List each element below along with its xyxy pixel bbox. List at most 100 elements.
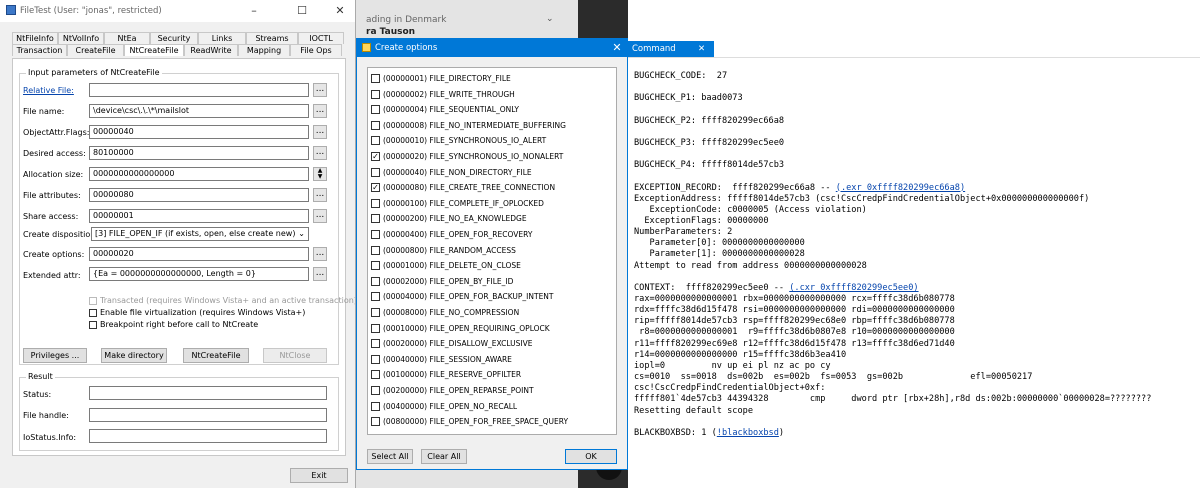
create-option-item[interactable]: (00100000) FILE_RESERVE_OPFILTER	[371, 370, 521, 380]
minimize-button[interactable]: –	[240, 0, 268, 22]
checkbox-unchecked[interactable]	[371, 417, 380, 427]
blackboxbsd-link[interactable]: !blackboxbsd	[717, 428, 779, 438]
create-options-titlebar[interactable]: Create options ✕	[357, 39, 627, 57]
tab-ntvolinfo[interactable]: NtVolInfo	[58, 32, 104, 44]
tab-readwrite[interactable]: ReadWrite	[184, 44, 238, 56]
create-option-item[interactable]: (00000002) FILE_WRITE_THROUGH	[371, 89, 515, 99]
close-icon[interactable]: ✕	[609, 40, 625, 56]
tab-security[interactable]: Security	[150, 32, 198, 44]
ntcreatefile-button[interactable]: NtCreateFile	[183, 348, 249, 363]
desired-access-input[interactable]: 80100000	[89, 146, 309, 160]
tab-command[interactable]: Command ✕	[628, 41, 714, 57]
privileges-button[interactable]: Privileges ...	[23, 348, 87, 363]
checkbox-unchecked[interactable]	[371, 308, 380, 317]
checkbox-unchecked[interactable]	[371, 230, 380, 239]
tab-mapping[interactable]: Mapping	[238, 44, 290, 56]
checkbox-unchecked[interactable]	[371, 292, 380, 302]
checkbox-unchecked[interactable]	[371, 323, 380, 333]
ok-button[interactable]: OK	[565, 449, 617, 464]
create-options-list[interactable]: (00000001) FILE_DIRECTORY_FILE (00000002)…	[367, 67, 617, 435]
select-all-button[interactable]: Select All	[367, 449, 413, 464]
cxr-link[interactable]: (.cxr 0xffff820299ec5ee0)	[789, 283, 918, 293]
tab-streams[interactable]: Streams	[246, 32, 298, 44]
tab-ntfileinfo[interactable]: NtFileInfo	[12, 32, 58, 44]
checkbox-unchecked[interactable]	[371, 276, 380, 286]
create-option-item[interactable]: (00000004) FILE_SEQUENTIAL_ONLY	[371, 105, 519, 115]
create-option-item[interactable]: (00000010) FILE_SYNCHRONOUS_IO_ALERT	[371, 136, 546, 146]
create-option-item[interactable]: (00000040) FILE_NON_DIRECTORY_FILE	[371, 167, 532, 177]
checkbox-unchecked[interactable]	[371, 245, 380, 255]
breakpoint-checkbox[interactable]: Breakpoint right before call to NtCreate	[89, 320, 258, 329]
share-access-input[interactable]: 00000001	[89, 209, 309, 223]
create-option-item[interactable]: (00000400) FILE_OPEN_FOR_RECOVERY	[371, 230, 532, 239]
desired-access-button[interactable]: ...	[313, 146, 327, 160]
create-option-item[interactable]: ✓ (00000080) FILE_CREATE_TREE_CONNECTION	[371, 183, 555, 193]
create-option-item[interactable]: (00000200) FILE_NO_EA_KNOWLEDGE	[371, 214, 527, 224]
create-option-item[interactable]: ✓ (00000020) FILE_SYNCHRONOUS_IO_NONALERT	[371, 152, 563, 161]
exit-button[interactable]: Exit	[290, 468, 348, 483]
objattr-flags-button[interactable]: ...	[313, 125, 327, 139]
relative-file-input[interactable]	[89, 83, 309, 97]
create-option-item[interactable]: (00000001) FILE_DIRECTORY_FILE	[371, 74, 511, 83]
create-option-item[interactable]: (00040000) FILE_SESSION_AWARE	[371, 354, 512, 364]
tab-createfile[interactable]: CreateFile	[67, 44, 124, 56]
create-option-item[interactable]: (00002000) FILE_OPEN_BY_FILE_ID	[371, 276, 513, 286]
transacted-checkbox[interactable]: Transacted (requires Windows Vista+ and …	[89, 296, 355, 305]
exr-link[interactable]: (.exr 0xffff820299ec66a8)	[836, 183, 965, 193]
close-button[interactable]: ✕	[326, 0, 354, 22]
checkbox-unchecked[interactable]	[371, 386, 380, 395]
checkbox-unchecked[interactable]	[371, 105, 380, 115]
create-option-item[interactable]: (00004000) FILE_OPEN_FOR_BACKUP_INTENT	[371, 292, 554, 302]
checkbox-unchecked[interactable]	[371, 370, 380, 380]
allocation-size-input[interactable]: 0000000000000000	[89, 167, 309, 181]
tab-file-ops[interactable]: File Ops	[290, 44, 342, 56]
checkbox-unchecked[interactable]	[371, 339, 380, 349]
create-option-item[interactable]: (00010000) FILE_OPEN_REQUIRING_OPLOCK	[371, 323, 550, 333]
file-name-input[interactable]: \device\csc\.\.\*\mailslot	[89, 104, 309, 118]
make-directory-button[interactable]: Make directory	[101, 348, 167, 363]
relative-file-link[interactable]: Relative File:	[23, 86, 74, 95]
ntclose-button[interactable]: NtClose	[263, 348, 327, 363]
checkbox-checked[interactable]: ✓	[371, 152, 380, 161]
create-option-item[interactable]: (00000800) FILE_RANDOM_ACCESS	[371, 245, 516, 255]
file-name-browse-button[interactable]: ...	[313, 104, 327, 118]
checkbox-checked[interactable]: ✓	[371, 183, 380, 193]
maximize-button[interactable]: ☐	[288, 0, 316, 22]
create-options-button[interactable]: ...	[313, 247, 327, 261]
tab-ioctl[interactable]: IOCTL	[298, 32, 344, 44]
file-attributes-button[interactable]: ...	[313, 188, 327, 202]
create-option-item[interactable]: (00020000) FILE_DISALLOW_EXCLUSIVE	[371, 339, 532, 349]
create-disposition-select[interactable]: [3] FILE_OPEN_IF (if exists, open, else …	[91, 227, 309, 241]
create-options-input[interactable]: 00000020	[89, 247, 309, 261]
extended-attr-input[interactable]: {Ea = 0000000000000000, Length = 0}	[89, 267, 309, 281]
extended-attr-button[interactable]: ...	[313, 267, 327, 281]
create-option-item[interactable]: (00008000) FILE_NO_COMPRESSION	[371, 308, 519, 317]
checkbox-unchecked[interactable]	[371, 401, 380, 411]
create-option-item[interactable]: (00800000) FILE_OPEN_FOR_FREE_SPACE_QUER…	[371, 417, 568, 427]
create-option-item[interactable]: (00000100) FILE_COMPLETE_IF_OPLOCKED	[371, 198, 544, 208]
filetest-titlebar[interactable]: FileTest (User: "jonas", restricted) – ☐…	[0, 0, 355, 22]
create-option-item[interactable]: (00001000) FILE_DELETE_ON_CLOSE	[371, 261, 521, 271]
file-attributes-input[interactable]: 00000080	[89, 188, 309, 202]
checkbox-unchecked[interactable]	[371, 120, 380, 130]
checkbox-unchecked[interactable]	[371, 136, 380, 146]
tab-ntea[interactable]: NtEa	[104, 32, 150, 44]
checkbox-unchecked[interactable]	[371, 167, 380, 177]
checkbox-unchecked[interactable]	[371, 74, 380, 83]
objattr-flags-input[interactable]: 00000040	[89, 125, 309, 139]
share-access-button[interactable]: ...	[313, 209, 327, 223]
checkbox-unchecked[interactable]	[371, 354, 380, 364]
create-option-item[interactable]: (00000008) FILE_NO_INTERMEDIATE_BUFFERIN…	[371, 120, 566, 130]
allocation-size-spinner[interactable]: ▲ ▼	[313, 167, 327, 181]
checkbox-unchecked[interactable]	[371, 214, 380, 224]
create-option-item[interactable]: (00400000) FILE_OPEN_NO_RECALL	[371, 401, 517, 411]
clear-all-button[interactable]: Clear All	[421, 449, 467, 464]
tab-links[interactable]: Links	[198, 32, 246, 44]
close-icon[interactable]: ✕	[698, 41, 705, 57]
relative-file-browse-button[interactable]: ...	[313, 83, 327, 97]
virtualization-checkbox[interactable]: Enable file virtualization (requires Win…	[89, 308, 305, 317]
checkbox-unchecked[interactable]	[371, 261, 380, 271]
checkbox-unchecked[interactable]	[371, 89, 380, 99]
create-option-item[interactable]: (00200000) FILE_OPEN_REPARSE_POINT	[371, 386, 534, 395]
tab-ntcreatefile[interactable]: NtCreateFile	[124, 44, 184, 56]
